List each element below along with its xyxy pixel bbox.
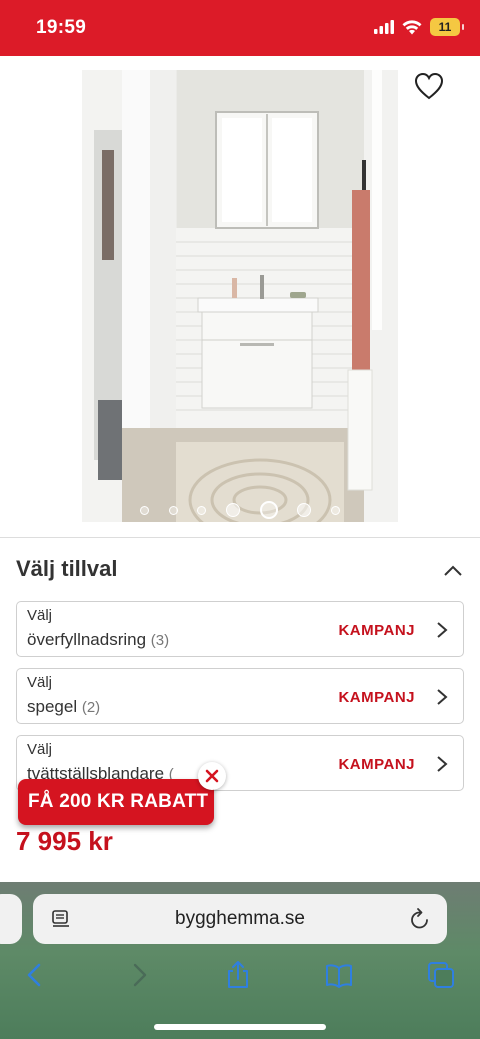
browser-toolbar: bygghemma.se	[0, 882, 480, 1039]
previous-tab-preview[interactable]	[0, 894, 22, 944]
address-bar[interactable]: bygghemma.se	[33, 894, 447, 944]
tabs-icon[interactable]	[426, 960, 456, 990]
options-title: Välj tillval	[16, 556, 118, 581]
promo-label: KAMPANJ	[338, 622, 415, 639]
carousel-dot[interactable]	[197, 505, 207, 515]
option-name: spegel	[27, 697, 78, 716]
option-sub-label: Välj	[27, 741, 53, 758]
product-photo	[82, 70, 398, 522]
discount-badge[interactable]: FÅ 200 KR RABATT	[18, 779, 214, 825]
option-overfyllnadsring[interactable]: Välj överfyllnadsring (3) KAMPANJ	[16, 601, 464, 657]
heart-outline-icon[interactable]	[414, 72, 444, 100]
carousel-dot[interactable]	[168, 505, 178, 515]
option-sub-label: Välj	[27, 607, 53, 624]
carousel-dot[interactable]	[140, 505, 149, 515]
promo-label: KAMPANJ	[338, 689, 415, 706]
option-sub-label: Välj	[27, 674, 53, 691]
carousel-dot[interactable]	[330, 505, 340, 515]
carousel-dot-active[interactable]	[259, 501, 278, 519]
bookmarks-icon[interactable]	[324, 960, 354, 990]
status-time: 19:59	[36, 17, 87, 38]
status-bar: 19:59 11	[0, 0, 480, 56]
share-icon[interactable]	[223, 960, 253, 990]
reload-icon[interactable]	[409, 907, 431, 931]
option-count: (2)	[81, 699, 101, 716]
close-badge-button[interactable]	[198, 762, 226, 790]
close-icon	[205, 769, 219, 783]
back-icon[interactable]	[20, 960, 50, 990]
price: 7 995 kr	[16, 826, 113, 856]
url-text: bygghemma.se	[175, 908, 305, 929]
battery-icon: 11	[430, 18, 464, 36]
chevron-right-icon	[437, 689, 448, 705]
home-indicator	[154, 1024, 326, 1030]
product-image[interactable]	[82, 70, 398, 522]
carousel-dots	[140, 498, 340, 522]
option-main-label: spegel (2)	[27, 697, 100, 717]
chevron-up-icon[interactable]	[441, 561, 465, 581]
carousel-dot[interactable]	[225, 503, 240, 517]
chevron-right-icon	[437, 622, 448, 638]
option-count: (3)	[150, 632, 170, 649]
option-name: överfyllnadsring	[27, 630, 147, 649]
option-spegel[interactable]: Välj spegel (2) KAMPANJ	[16, 668, 464, 724]
status-icons: 11	[374, 18, 464, 36]
promo-label: KAMPANJ	[338, 756, 415, 773]
divider	[0, 537, 480, 538]
wifi-icon	[402, 19, 422, 34]
option-main-label: överfyllnadsring (3)	[27, 630, 169, 650]
carousel-dot[interactable]	[297, 503, 312, 517]
cellular-icon	[374, 20, 394, 34]
chevron-right-icon	[437, 756, 448, 772]
forward-icon[interactable]	[124, 960, 154, 990]
